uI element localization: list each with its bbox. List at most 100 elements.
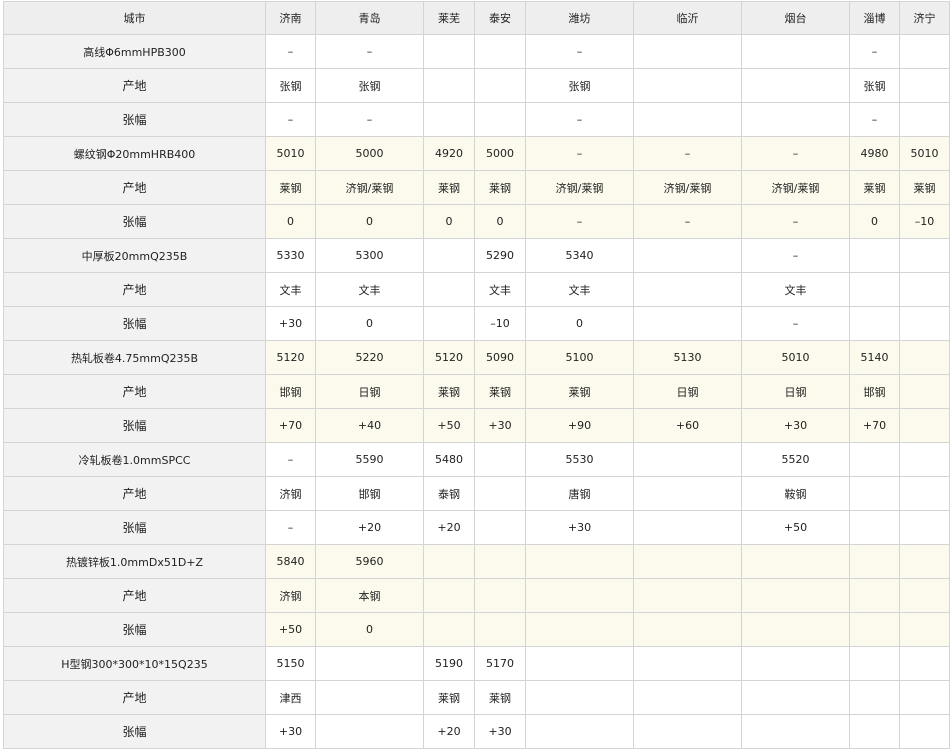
price-cell: 济钢/莱钢 bbox=[741, 170, 850, 205]
price-cell bbox=[633, 578, 742, 613]
price-cell: 5010 bbox=[899, 136, 950, 171]
price-cell bbox=[899, 408, 950, 443]
price-cell: 5290 bbox=[474, 238, 526, 273]
header-city: 临沂 bbox=[633, 1, 742, 35]
row-label-cell: 产地 bbox=[3, 170, 266, 205]
table-row: 张幅 – – – – bbox=[3, 102, 950, 137]
price-cell: 本钢 bbox=[315, 578, 424, 613]
price-cell: +20 bbox=[423, 510, 475, 545]
price-cell bbox=[849, 272, 900, 307]
price-cell bbox=[474, 578, 526, 613]
price-cell: 济钢 bbox=[265, 476, 316, 511]
table-row: 冷轧板卷1.0mmSPCC –5590 5480 5530 5520 bbox=[3, 442, 950, 477]
price-cell bbox=[741, 646, 850, 681]
price-cell: 张钢 bbox=[525, 68, 634, 103]
price-cell: +30 bbox=[265, 306, 316, 341]
table-row: 热轧板卷4.75mmQ235B 5120 5220 5120 5090 5100 5130 5… bbox=[3, 340, 950, 375]
header-city: 济南 bbox=[265, 1, 316, 35]
table-row: 产地 文丰 文丰 文丰 文丰 文丰 bbox=[3, 272, 950, 307]
price-cell bbox=[741, 34, 850, 69]
price-cell: +20 bbox=[315, 510, 424, 545]
row-label-cell: 张幅 bbox=[3, 714, 266, 749]
table-row: 产地 邯钢 日钢 莱钢 莱钢 莱钢 日钢 日钢 邯钢 bbox=[3, 374, 950, 409]
price-cell: 0 bbox=[315, 204, 424, 239]
price-cell: 文丰 bbox=[741, 272, 850, 307]
table-row: 产地 津西 莱钢 莱钢 bbox=[3, 680, 950, 715]
price-cell: 泰钢 bbox=[423, 476, 475, 511]
price-cell: 津西 bbox=[265, 680, 316, 715]
price-cell: 5300 bbox=[315, 238, 424, 273]
table-row: 产地 莱钢 济钢/莱钢 莱钢 莱钢 济钢/莱钢 济钢/莱钢 济钢/莱钢 莱钢 莱钢 bbox=[3, 170, 950, 205]
price-cell bbox=[423, 238, 475, 273]
price-cell: 莱钢 bbox=[265, 170, 316, 205]
price-cell bbox=[741, 578, 850, 613]
price-cell: 5340 bbox=[525, 238, 634, 273]
price-cell: 文丰 bbox=[474, 272, 526, 307]
price-cell bbox=[474, 510, 526, 545]
price-cell bbox=[633, 714, 742, 749]
price-cell bbox=[474, 442, 526, 477]
price-cell: 莱钢 bbox=[525, 374, 634, 409]
row-label-cell: 产地 bbox=[3, 374, 266, 409]
price-cell bbox=[633, 34, 742, 69]
price-cell bbox=[633, 646, 742, 681]
header-city: 济宁 bbox=[899, 1, 950, 35]
price-cell: 莱钢 bbox=[849, 170, 900, 205]
price-cell: 莱钢 bbox=[474, 374, 526, 409]
table-row: 中厚板20mmQ235B 5330 5300 5290 5340 – bbox=[3, 238, 950, 273]
table-row: 产地 济钢 本钢 bbox=[3, 578, 950, 613]
table-row: 产地 张钢 张钢 张钢 张钢 bbox=[3, 68, 950, 103]
price-cell: 莱钢 bbox=[423, 170, 475, 205]
price-cell: +50 bbox=[741, 510, 850, 545]
price-cell bbox=[899, 68, 950, 103]
price-cell: +30 bbox=[525, 510, 634, 545]
price-cell: 文丰 bbox=[525, 272, 634, 307]
price-cell: 5000 bbox=[315, 136, 424, 171]
price-cell: 5130 bbox=[633, 340, 742, 375]
price-cell: –10 bbox=[474, 306, 526, 341]
price-cell: – bbox=[525, 204, 634, 239]
price-cell: 济钢/莱钢 bbox=[633, 170, 742, 205]
price-cell bbox=[423, 272, 475, 307]
price-cell: 鞍钢 bbox=[741, 476, 850, 511]
price-cell bbox=[525, 646, 634, 681]
product-name-cell: 热轧板卷4.75mmQ235B bbox=[3, 340, 266, 375]
header-city: 莱芜 bbox=[423, 1, 475, 35]
price-cell bbox=[899, 544, 950, 579]
price-cell: 5170 bbox=[474, 646, 526, 681]
price-cell: 0 bbox=[423, 204, 475, 239]
table-row: 张幅 +30 0 –10 0– bbox=[3, 306, 950, 341]
price-cell bbox=[633, 68, 742, 103]
steel-price-table: 城市 济南 青岛 莱芜 泰安 潍坊 临沂 烟台 淄博 济宁 高线Φ6mmHPB300– – – – 产地… bbox=[3, 1, 950, 749]
price-cell: 5100 bbox=[525, 340, 634, 375]
product-name-cell: 高线Φ6mmHPB300 bbox=[3, 34, 266, 69]
price-cell: 邯钢 bbox=[315, 476, 424, 511]
price-cell bbox=[849, 306, 900, 341]
price-cell bbox=[849, 646, 900, 681]
price-cell: 莱钢 bbox=[474, 680, 526, 715]
price-cell: – bbox=[741, 136, 850, 171]
price-cell bbox=[474, 612, 526, 647]
price-cell: 5530 bbox=[525, 442, 634, 477]
price-cell: – bbox=[849, 34, 900, 69]
price-cell: 5090 bbox=[474, 340, 526, 375]
row-label-cell: 张幅 bbox=[3, 306, 266, 341]
price-cell bbox=[741, 612, 850, 647]
price-cell bbox=[899, 510, 950, 545]
price-cell bbox=[423, 612, 475, 647]
price-cell bbox=[849, 510, 900, 545]
price-cell bbox=[741, 680, 850, 715]
price-cell: 邯钢 bbox=[849, 374, 900, 409]
price-cell bbox=[474, 34, 526, 69]
price-cell: 济钢 bbox=[265, 578, 316, 613]
price-cell bbox=[633, 544, 742, 579]
price-cell: 0 bbox=[474, 204, 526, 239]
price-cell bbox=[633, 510, 742, 545]
price-cell bbox=[899, 306, 950, 341]
product-name-cell: 螺纹钢Φ20mmHRB400 bbox=[3, 136, 266, 171]
price-cell bbox=[899, 680, 950, 715]
price-cell bbox=[899, 646, 950, 681]
price-cell: 文丰 bbox=[315, 272, 424, 307]
price-cell: 5140 bbox=[849, 340, 900, 375]
table-row: 热镀锌板1.0mmDx51D+Z 5840 5960 bbox=[3, 544, 950, 579]
